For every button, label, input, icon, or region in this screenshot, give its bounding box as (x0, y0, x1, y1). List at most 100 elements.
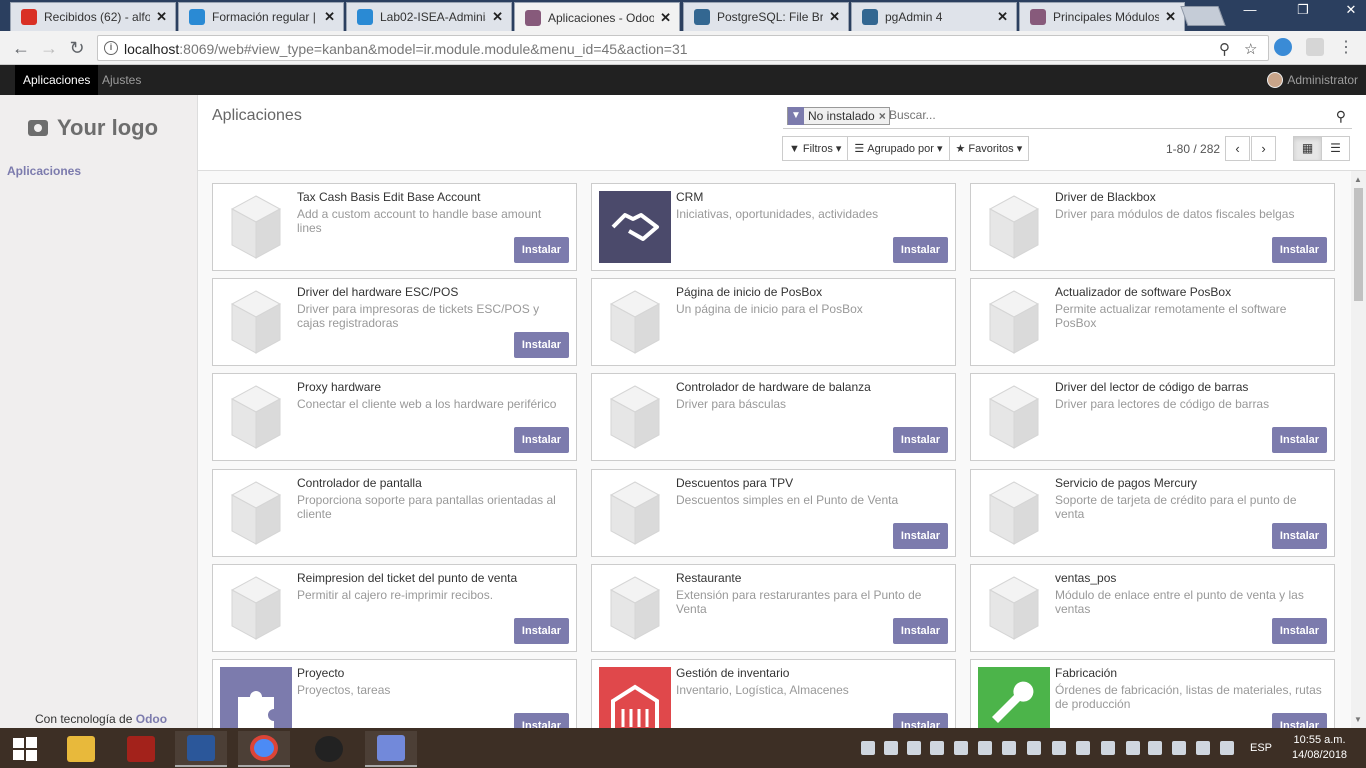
module-card[interactable]: Driver de Blackbox Driver para módulos de… (970, 183, 1335, 271)
maximize-icon[interactable]: ❐ (1288, 2, 1318, 18)
flag-tray-icon[interactable] (1172, 741, 1186, 755)
module-card[interactable]: Proxy hardware Conectar el cliente web a … (212, 373, 577, 461)
network-tray-icon[interactable] (954, 741, 968, 755)
pager-previous-icon[interactable]: ‹ (1225, 136, 1250, 161)
pgadmin-tray-icon[interactable] (861, 741, 875, 755)
install-button[interactable]: Instalar (893, 427, 948, 453)
favorites-button[interactable]: ★ Favoritos ▾ (948, 136, 1030, 161)
list-view-icon[interactable]: ☰ (1321, 136, 1350, 161)
browser-tab[interactable]: Principales Módulos ✕ (1019, 2, 1185, 31)
install-button[interactable]: Instalar (893, 237, 948, 263)
install-button[interactable]: Instalar (514, 332, 569, 358)
company-logo[interactable]: Your logo (28, 115, 158, 141)
module-card[interactable]: Servicio de pagos Mercury Soporte de tarj… (970, 469, 1335, 557)
install-button[interactable]: Instalar (514, 237, 569, 263)
close-tab-icon[interactable]: ✕ (660, 10, 671, 26)
clock[interactable]: 10:55 a.m. 14/08/2018 (1292, 733, 1347, 763)
menu-ajustes[interactable]: Ajustes (94, 65, 149, 95)
install-button[interactable]: Instalar (1272, 237, 1327, 263)
chrome-icon[interactable] (238, 731, 290, 767)
module-card[interactable]: Driver del hardware ESC/POS Driver para i… (212, 278, 577, 366)
browser-tab[interactable]: Formación regular | ✕ (178, 2, 344, 31)
menu-icon[interactable]: ⋮ (1335, 37, 1357, 59)
browser-tab[interactable]: Recibidos (62) - alfor ✕ (10, 2, 176, 31)
install-button[interactable]: Instalar (1272, 713, 1327, 728)
cloud-tray-icon[interactable] (1002, 741, 1016, 755)
close-tab-icon[interactable]: ✕ (1165, 9, 1176, 25)
forward-icon[interactable]: → (38, 37, 60, 59)
module-card[interactable]: Controlador de hardware de balanza Driver… (591, 373, 956, 461)
user-menu[interactable]: Administrator (1267, 72, 1358, 88)
module-card[interactable]: Descuentos para TPV Descuentos simples en… (591, 469, 956, 557)
filters-button[interactable]: ▼ Filtros ▾ (782, 136, 849, 161)
install-button[interactable]: Instalar (1272, 523, 1327, 549)
install-button[interactable]: Instalar (514, 713, 569, 728)
module-card[interactable]: Actualizador de software PosBox Permite a… (970, 278, 1335, 366)
search-input[interactable] (889, 108, 1289, 122)
close-tab-icon[interactable]: ✕ (324, 9, 335, 25)
extension-icon[interactable] (1306, 38, 1324, 56)
install-button[interactable]: Instalar (1272, 618, 1327, 644)
module-card[interactable]: Driver del lector de código de barras Dri… (970, 373, 1335, 461)
module-card[interactable]: Controlador de pantalla Proporciona sopor… (212, 469, 577, 557)
tray-icon[interactable] (1076, 741, 1090, 755)
kanban-view-icon[interactable]: ▦ (1293, 136, 1322, 161)
volume-mute-tray-icon[interactable] (1027, 741, 1041, 755)
install-button[interactable]: Instalar (893, 618, 948, 644)
install-button[interactable]: Instalar (514, 427, 569, 453)
module-card[interactable]: ventas_pos Módulo de enlace entre el punt… (970, 564, 1335, 652)
bookmark-star-icon[interactable]: ☆ (1244, 40, 1257, 58)
install-button[interactable]: Instalar (514, 618, 569, 644)
close-tab-icon[interactable]: ✕ (492, 9, 503, 25)
discord-icon[interactable] (365, 731, 417, 767)
signal-tray-icon[interactable] (1196, 741, 1210, 755)
remove-facet-icon[interactable]: × (879, 109, 889, 123)
pager-next-icon[interactable]: › (1251, 136, 1276, 161)
module-card[interactable]: Reimpresion del ticket del punto de vent… (212, 564, 577, 652)
menu-aplicaciones[interactable]: Aplicaciones (15, 65, 99, 95)
close-tab-icon[interactable]: ✕ (156, 9, 167, 25)
module-card[interactable]: Restaurante Extensión para restarurantes … (591, 564, 956, 652)
bluetooth-tray-icon[interactable] (1126, 741, 1140, 755)
tray-icon[interactable] (1148, 741, 1162, 755)
tray-icon[interactable] (1052, 741, 1066, 755)
new-tab-button[interactable] (1180, 6, 1226, 26)
tray-icon[interactable] (978, 741, 992, 755)
zoom-search-icon[interactable]: ⚲ (1219, 40, 1230, 58)
browser-tab[interactable]: Lab02-ISEA-Adminis ✕ (346, 2, 512, 31)
speaker-tray-icon[interactable] (1220, 741, 1234, 755)
browser-tab[interactable]: pgAdmin 4 ✕ (851, 2, 1017, 31)
scroll-down-icon[interactable]: ▼ (1354, 715, 1362, 724)
browser-tab[interactable]: PostgreSQL: File Bro ✕ (683, 2, 849, 31)
module-card[interactable]: Tax Cash Basis Edit Base Account Add a cu… (212, 183, 577, 271)
pager-value[interactable]: 1-80 / 282 (1166, 142, 1220, 156)
module-card[interactable]: Página de inicio de PosBox Un página de i… (591, 278, 956, 366)
group-by-button[interactable]: ☰ Agrupado por ▾ (847, 136, 950, 161)
minimize-icon[interactable]: — (1235, 2, 1265, 17)
address-bar[interactable]: i localhost:8069/web#view_type=kanban&mo… (97, 35, 1269, 61)
windows-start-icon[interactable] (0, 731, 50, 767)
file-explorer-icon[interactable] (55, 731, 107, 767)
scrollbar-thumb[interactable] (1354, 188, 1363, 301)
reload-icon[interactable]: ↻ (66, 37, 88, 59)
discord-tray-icon[interactable] (884, 741, 898, 755)
module-card[interactable]: Gestión de inventario Inventario, Logísti… (591, 659, 956, 728)
tray-icon[interactable] (1101, 741, 1115, 755)
nox-icon[interactable] (303, 731, 355, 767)
odoo-link[interactable]: Odoo (136, 712, 167, 726)
url-text[interactable]: localhost:8069/web#view_type=kanban&mode… (124, 41, 688, 57)
dota-icon[interactable] (115, 731, 167, 767)
module-card[interactable]: CRM Iniciativas, oportunidades, actividad… (591, 183, 956, 271)
close-window-icon[interactable]: ✕ (1336, 2, 1366, 18)
scroll-up-icon[interactable]: ▲ (1354, 175, 1362, 184)
install-button[interactable]: Instalar (893, 713, 948, 728)
install-button[interactable]: Instalar (1272, 427, 1327, 453)
module-card[interactable]: Proyecto Proyectos, tareas Instalar (212, 659, 577, 728)
scrollbar[interactable]: ▲ ▼ (1351, 171, 1366, 728)
chrome-tray-icon[interactable] (930, 741, 944, 755)
module-card[interactable]: Fabricación Órdenes de fabricación, lista… (970, 659, 1335, 728)
mouse-tray-icon[interactable] (907, 741, 921, 755)
back-icon[interactable]: ← (10, 37, 32, 59)
close-tab-icon[interactable]: ✕ (829, 9, 840, 25)
close-tab-icon[interactable]: ✕ (997, 9, 1008, 25)
